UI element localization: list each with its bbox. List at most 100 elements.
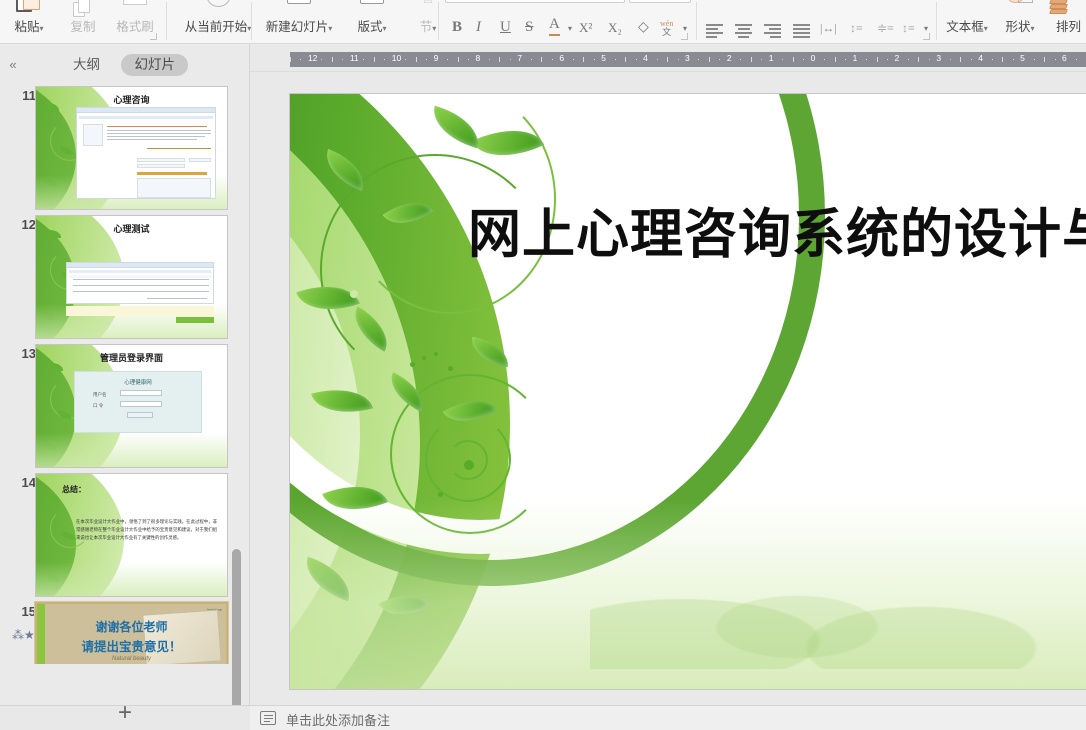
ruler-tick-label: 0 — [810, 53, 816, 63]
ruler-minor-tick — [677, 59, 679, 60]
font-name-input[interactable] — [445, 0, 625, 3]
ruler-minor-tick — [866, 59, 868, 60]
copy-button[interactable]: 复制 — [58, 0, 108, 43]
login-field2-input — [120, 401, 162, 407]
indent-icon[interactable]: |↔| — [820, 21, 837, 36]
list-item[interactable]: 11 心理咨询 — [0, 86, 250, 216]
shape-caret-icon[interactable]: ▾ — [1031, 24, 1035, 33]
login-field1-label: 用户名 — [93, 392, 107, 397]
font-color-button[interactable]: A — [549, 16, 560, 36]
clear-format-icon[interactable]: ◇ — [638, 19, 649, 36]
arrange-icon — [1049, 0, 1070, 17]
align-left-icon[interactable] — [706, 24, 723, 38]
underline-button[interactable]: U — [500, 19, 511, 36]
slide-decor-dot — [350, 290, 358, 298]
align-center-icon[interactable] — [735, 24, 752, 38]
tab-outline[interactable]: 大纲 — [60, 54, 113, 76]
slide-decor-dot — [434, 352, 438, 356]
ruler-tick-label: 3 — [685, 53, 690, 63]
list-item[interactable]: 14 总结： 在本次毕业设计大作业中，领悟了到了很多理论与实践。在此过程中，非常… — [0, 473, 250, 603]
superscript-button[interactable]: X² — [579, 20, 592, 36]
slide-thumbnail[interactable]: 管理员登录界面 心理健康网 用户名 口 令 — [35, 344, 228, 468]
thumbnail-list[interactable]: 11 心理咨询 12 心理测试 13 管理员登录界面 心理健康网 用户名 口 令… — [0, 84, 250, 664]
new-slide-label: 新建幻灯片 — [265, 20, 329, 34]
italic-button[interactable]: I — [476, 19, 481, 36]
ruler-minor-tick — [803, 59, 805, 60]
ruler-tick-label: 4 — [643, 53, 648, 63]
horizontal-ruler[interactable]: 12 11 10 9 8 7 6 5 4 3 2 1 0 1 2 3 4 5 6 — [290, 52, 1086, 67]
section-icon: ⌸ — [411, 0, 445, 12]
ruler-tick-label: 10 — [391, 53, 402, 63]
clipboard-dialog-launcher[interactable] — [150, 33, 157, 40]
play-from-current-button[interactable]: 从当前开始▾ — [168, 0, 268, 43]
subscript-button[interactable]: X₂ — [608, 20, 622, 36]
ruler-minor-tick — [635, 59, 637, 60]
ruler-tick — [876, 57, 878, 62]
paste-button[interactable]: 粘贴▾ — [2, 0, 56, 43]
text-direction-caret-icon[interactable]: ▾ — [924, 24, 928, 33]
new-slide-caret-icon[interactable]: ▾ — [328, 24, 332, 33]
list-item[interactable]: 12 心理测试 — [0, 215, 250, 345]
add-slide-button[interactable]: + — [0, 700, 250, 730]
collapse-panel-icon[interactable]: « — [4, 56, 22, 74]
notes-pane[interactable]: 单击此处添加备注 — [250, 705, 1086, 730]
line-spacing-icon[interactable]: ↕≡ — [850, 21, 863, 36]
paragraph-spacing-icon[interactable]: ≑≡ — [877, 21, 894, 36]
list-item[interactable]: 15 ⁂★ innisfree Natural beauty 谢谢各位老师 请提… — [0, 602, 250, 664]
text-direction-icon[interactable]: ↕≡ — [902, 21, 915, 36]
ruler-tick — [667, 57, 669, 62]
text-box-caret-icon[interactable]: ▾ — [984, 24, 988, 33]
ruler-tick — [792, 57, 794, 62]
align-justify-icon[interactable] — [793, 24, 810, 38]
new-slide-button[interactable]: 新建幻灯片▾ — [254, 0, 344, 43]
ruler-minor-tick — [887, 59, 888, 60]
paste-caret-icon[interactable]: ▾ — [40, 24, 44, 33]
font-dialog-launcher[interactable] — [681, 33, 688, 40]
slide-title-text[interactable]: 网上心理咨询系统的设计与 — [468, 192, 1086, 268]
slide-thumbnail[interactable]: 心理咨询 — [35, 86, 228, 210]
pinyin-caret-icon[interactable]: ▾ — [683, 24, 687, 33]
text-box-button[interactable]: ▭ 文本框▾ — [938, 0, 996, 43]
ruler-minor-tick — [321, 59, 323, 60]
layout-caret-icon[interactable]: ▾ — [383, 24, 387, 33]
arrange-button[interactable]: 排列 — [1042, 0, 1086, 43]
panel-tabs: 大纲 幻灯片 — [60, 54, 192, 78]
slide-thumbnail[interactable]: innisfree Natural beauty 谢谢各位老师 请提出宝贵意见！… — [35, 602, 228, 664]
section-caret-icon[interactable]: ▾ — [432, 24, 436, 33]
thumbnail-banner — [66, 306, 214, 316]
ruler-tick — [750, 57, 752, 62]
slide-thumbnail[interactable]: 总结： 在本次毕业设计大作业中，领悟了到了很多理论与实践。在此过程中，非常感谢老… — [35, 473, 228, 597]
layout-button[interactable]: 版式▾ — [344, 0, 400, 43]
animation-indicator-icon: ⁂★ — [12, 628, 35, 642]
notes-placeholder[interactable]: 单击此处添加备注 — [286, 710, 390, 729]
list-item[interactable]: 13 管理员登录界面 心理健康网 用户名 口 令 — [0, 344, 250, 474]
slide-thumbnail-panel: « 大纲 幻灯片 11 心理咨询 12 心理测试 13 管理员登录界面 心理健康… — [0, 44, 250, 730]
current-slide[interactable]: 网上心理咨询系统的设计与 — [290, 94, 1086, 689]
tab-slides[interactable]: 幻灯片 — [121, 54, 188, 76]
ruler-minor-tick — [740, 59, 742, 60]
slide-editing-area[interactable]: 网上心理咨询系统的设计与 — [250, 72, 1086, 705]
bold-button[interactable]: B — [452, 19, 462, 36]
pinyin-guide-button[interactable]: wén 文 — [660, 20, 673, 37]
align-right-icon[interactable] — [764, 24, 781, 38]
ruler-minor-tick — [970, 59, 972, 60]
strikethrough-button[interactable]: S — [525, 19, 533, 36]
format-painter-icon — [120, 0, 150, 12]
font-size-input[interactable] — [629, 0, 691, 3]
font-color-caret-icon[interactable]: ▾ — [568, 24, 572, 33]
ruler-minor-tick — [907, 59, 909, 60]
shape-label: 形状 — [1005, 20, 1031, 34]
ruler-minor-tick — [593, 59, 595, 60]
ruler-tick-label: 11 — [349, 53, 359, 63]
paragraph-dialog-launcher[interactable] — [923, 33, 930, 40]
ribbon-group-paragraph: |↔| ↕≡ ≑≡ ↕≡ ▾ — [700, 0, 930, 43]
shape-button[interactable]: 形状▾ — [996, 0, 1044, 43]
ribbon-separator — [251, 2, 252, 40]
thumbnail-title: 心理咨询 — [113, 95, 150, 105]
ruler-tick-label: 6 — [1062, 53, 1067, 63]
ruler-minor-tick — [342, 59, 344, 60]
ruler-tick-label: 12 — [307, 53, 318, 63]
ribbon-toolbar: 粘贴▾ 复制 格式刷 从当前开始▾ 新建幻灯片▾ 版式▾ 节▾ B I U S … — [0, 0, 1086, 44]
slide-thumbnail[interactable]: 心理测试 — [35, 215, 228, 339]
login-form-panel: 心理健康网 用户名 口 令 — [74, 371, 202, 433]
